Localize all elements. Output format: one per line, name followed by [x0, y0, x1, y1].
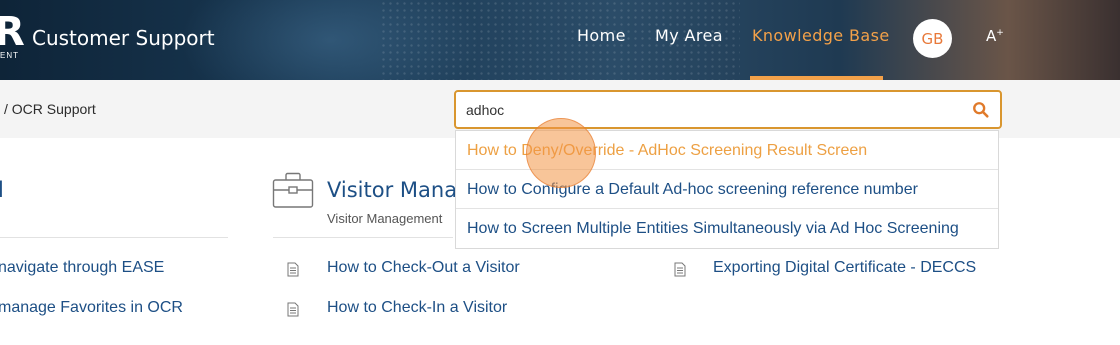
logo-subtext: ENT: [0, 51, 19, 60]
briefcase-icon: [272, 172, 314, 208]
user-avatar[interactable]: GB: [913, 19, 952, 58]
document-icon: [674, 262, 686, 277]
section-divider: [273, 237, 453, 238]
article-link[interactable]: manage Favorites in OCR: [0, 299, 183, 317]
nav-knowledge-base[interactable]: Knowledge Base: [752, 26, 890, 45]
nav-home[interactable]: Home: [577, 26, 626, 45]
suggestion-item[interactable]: How to Deny/Override - AdHoc Screening R…: [456, 131, 998, 170]
article-link[interactable]: How to Check-In a Visitor: [327, 299, 507, 317]
article-link[interactable]: How to Check-Out a Visitor: [327, 259, 520, 277]
font-size-label: A: [986, 27, 997, 45]
section-title-left[interactable]: l: [0, 178, 4, 202]
brand-title[interactable]: Customer Support: [32, 26, 215, 50]
search-suggestions: How to Deny/Override - AdHoc Screening R…: [455, 130, 999, 249]
breadcrumb[interactable]: / OCR Support: [4, 101, 96, 117]
nav-my-area[interactable]: My Area: [655, 26, 723, 45]
article-link[interactable]: navigate through EASE: [0, 259, 164, 277]
search-input[interactable]: [466, 100, 946, 120]
section-divider: [0, 237, 228, 238]
search-icon[interactable]: [972, 101, 990, 119]
document-icon: [287, 262, 299, 277]
document-icon: [287, 302, 299, 317]
font-size-toggle[interactable]: A+: [986, 27, 1004, 45]
site-header: R ENT Customer Support Home My Area Know…: [0, 0, 1120, 80]
font-size-plus-icon: +: [996, 28, 1004, 38]
section-subtitle: Visitor Management: [327, 211, 443, 226]
suggestion-item[interactable]: How to Screen Multiple Entities Simultan…: [456, 209, 998, 248]
logo[interactable]: R: [0, 12, 25, 52]
search-box[interactable]: [454, 90, 1002, 129]
article-link[interactable]: Exporting Digital Certificate - DECCS: [713, 259, 976, 277]
suggestion-item[interactable]: How to Configure a Default Ad-hoc screen…: [456, 170, 998, 209]
